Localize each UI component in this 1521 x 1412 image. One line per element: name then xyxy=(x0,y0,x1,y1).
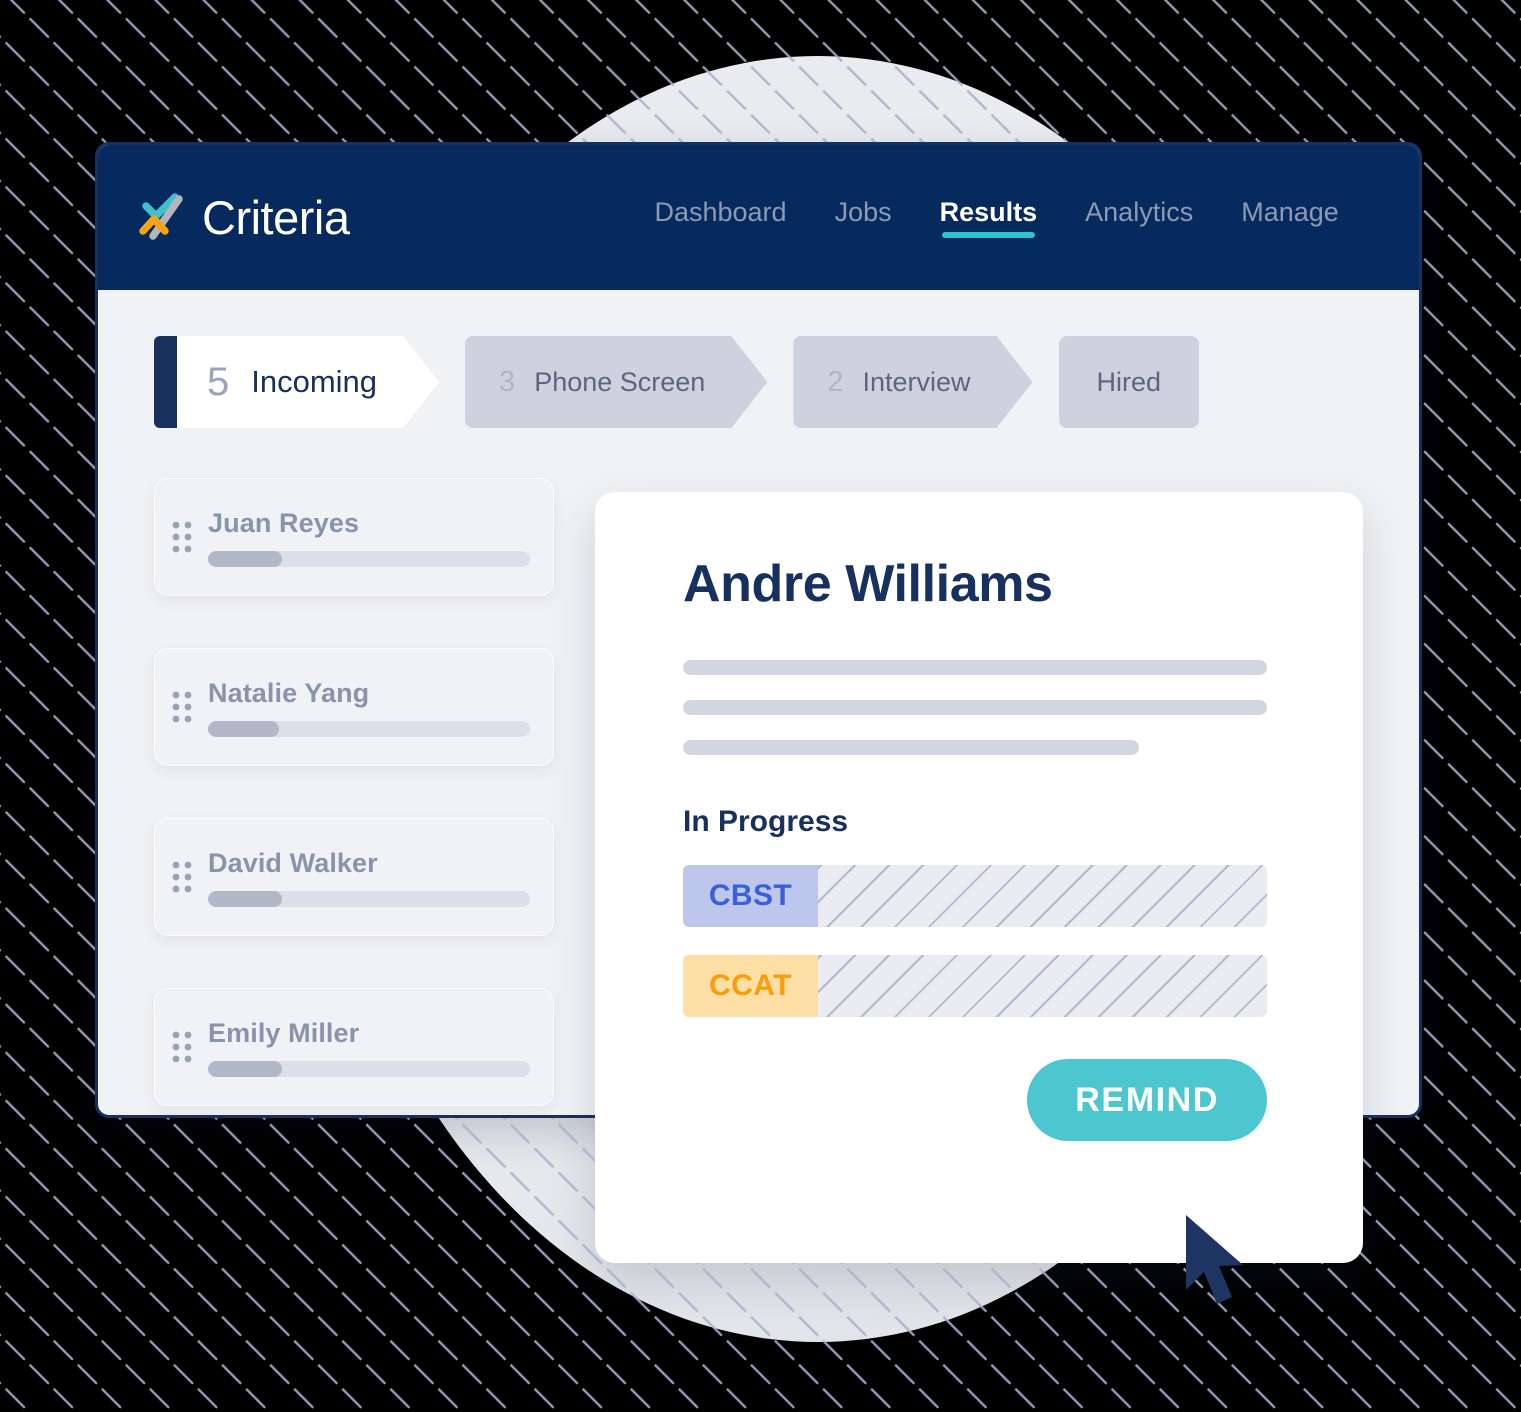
candidate-name: Emily Miller xyxy=(208,1018,360,1049)
detail-actions: REMIND xyxy=(683,1059,1267,1141)
stage-count: 2 xyxy=(827,365,844,398)
stage-label: Interview xyxy=(862,366,971,397)
stage-label: Phone Screen xyxy=(534,366,706,397)
detail-candidate-name: Andre Williams xyxy=(683,555,1053,613)
candidate-progress-fill xyxy=(208,550,283,567)
top-navigation: Dashboard Jobs Results Analytics Manage xyxy=(654,197,1339,238)
stage-count: 3 xyxy=(499,365,516,398)
candidate-progress-bar xyxy=(208,1060,530,1077)
candidate-progress-bar xyxy=(208,550,530,567)
drag-handle-icon[interactable] xyxy=(172,860,192,894)
test-badge-ccat: CCAT xyxy=(683,955,818,1017)
candidate-card[interactable]: Juan Reyes xyxy=(154,478,554,596)
candidate-card[interactable]: Emily Miller xyxy=(154,988,554,1106)
candidate-detail-panel: Andre Williams In Progress CBST CCAT REM… xyxy=(595,492,1363,1263)
nav-item-analytics[interactable]: Analytics xyxy=(1085,197,1193,238)
nav-item-dashboard[interactable]: Dashboard xyxy=(654,197,786,238)
pipeline-stage-phone-screen[interactable]: 3 Phone Screen xyxy=(465,336,767,428)
candidate-progress-fill xyxy=(208,890,283,907)
candidate-name: Natalie Yang xyxy=(208,678,370,709)
pipeline-stage-hired[interactable]: Hired xyxy=(1058,336,1200,428)
pipeline-stage-incoming[interactable]: 5 Incoming xyxy=(154,336,439,428)
drag-handle-icon[interactable] xyxy=(172,1030,192,1064)
brand-logo[interactable]: Criteria xyxy=(134,187,350,249)
test-progress-row-ccat[interactable]: CCAT xyxy=(683,955,1267,1017)
nav-item-results[interactable]: Results xyxy=(940,197,1037,238)
candidate-info: Juan Reyes xyxy=(208,507,530,567)
brand-name: Criteria xyxy=(202,191,350,244)
test-badge-cbst: CBST xyxy=(683,865,818,927)
in-progress-heading: In Progress xyxy=(683,805,849,838)
remind-button[interactable]: REMIND xyxy=(1027,1059,1267,1141)
detail-skeleton-line xyxy=(683,740,1139,755)
candidate-info: David Walker xyxy=(208,847,530,907)
candidate-info: Natalie Yang xyxy=(208,677,530,737)
candidate-list: Juan Reyes Natalie Yang David Walker Emi… xyxy=(154,478,554,1106)
detail-skeleton-line xyxy=(683,700,1267,715)
drag-handle-icon[interactable] xyxy=(172,690,192,724)
criteria-logo-icon xyxy=(139,192,183,240)
candidate-card[interactable]: Natalie Yang xyxy=(154,648,554,766)
candidate-progress-bar xyxy=(208,890,530,907)
candidate-progress-fill xyxy=(208,720,279,737)
active-stage-accent-bar xyxy=(154,336,177,428)
stage-label: Hired xyxy=(1096,366,1162,397)
drag-handle-icon[interactable] xyxy=(172,520,192,554)
detail-skeleton-line xyxy=(683,660,1267,675)
pipeline-stage-interview[interactable]: 2 Interview xyxy=(793,336,1032,428)
candidate-card[interactable]: David Walker xyxy=(154,818,554,936)
test-progress-row-cbst[interactable]: CBST xyxy=(683,865,1267,927)
app-header: Criteria Dashboard Jobs Results Analytic… xyxy=(98,145,1419,290)
stage-count: 5 xyxy=(207,359,230,404)
candidate-progress-bar xyxy=(208,720,530,737)
illustration-canvas: Criteria Dashboard Jobs Results Analytic… xyxy=(0,0,1521,1412)
nav-item-jobs[interactable]: Jobs xyxy=(835,197,892,238)
nav-item-manage[interactable]: Manage xyxy=(1241,197,1339,238)
candidate-progress-fill xyxy=(208,1060,283,1077)
pipeline-stages: 5 Incoming 3 Phone Screen 2 Interview Hi… xyxy=(98,336,1419,428)
stage-label: Incoming xyxy=(251,364,378,399)
candidate-name: Juan Reyes xyxy=(208,508,360,539)
candidate-info: Emily Miller xyxy=(208,1017,530,1077)
candidate-name: David Walker xyxy=(208,848,378,879)
